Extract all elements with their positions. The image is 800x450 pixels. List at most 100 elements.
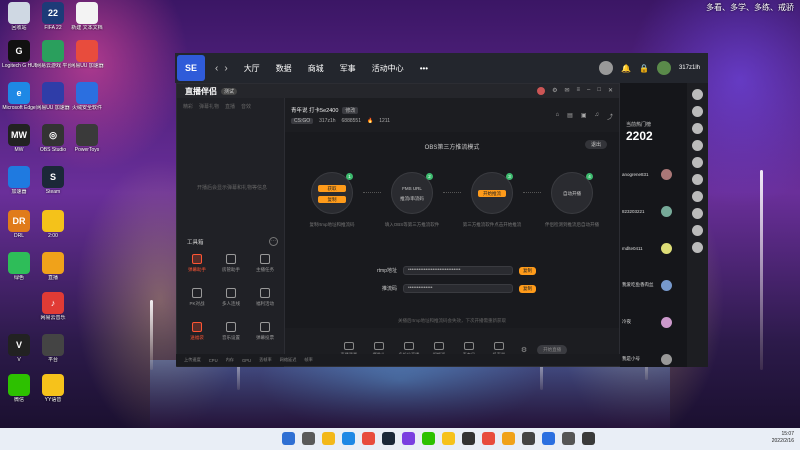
desktop-icon[interactable]: 回收站 <box>2 2 36 31</box>
desktop-icon[interactable]: DR DRL <box>2 210 36 239</box>
desktop-icon[interactable]: ◎ OBS Studio <box>36 124 70 153</box>
clock-time[interactable]: 15:07 <box>772 431 794 438</box>
taskbar-app-icon[interactable] <box>502 432 515 445</box>
nav-events[interactable]: 活动中心 <box>372 63 404 74</box>
tool-item[interactable]: 福利活动 <box>249 288 281 307</box>
rtmp-field[interactable]: •••••••••••••••••••••••••••••• <box>403 266 513 275</box>
friend-avatar[interactable] <box>692 123 703 134</box>
rank-badge-icon[interactable] <box>599 61 614 75</box>
taskbar-app-icon[interactable] <box>322 432 335 445</box>
desktop-icon[interactable]: 网易云游戏 平台 <box>36 40 70 69</box>
settings-icon[interactable]: ⚙ <box>552 87 557 95</box>
streamer-avatar[interactable] <box>537 87 546 95</box>
desktop-icon[interactable]: 22 FIFA 22 <box>36 2 70 31</box>
ranking-user[interactable]: 我是小号 <box>622 351 684 367</box>
taskbar-app-icon[interactable] <box>462 432 475 445</box>
more-icon[interactable]: ⋯ <box>269 237 278 246</box>
friend-avatar[interactable] <box>692 191 703 202</box>
desktop-icon[interactable]: YY语音 <box>36 374 70 403</box>
copy-key-button[interactable]: 复制 <box>519 284 536 293</box>
app-logo[interactable]: SE <box>177 55 205 81</box>
desktop-icon[interactable]: PowerToys <box>70 124 104 153</box>
username[interactable]: 317z1lh <box>679 65 700 71</box>
edit-room-button[interactable]: 修改 <box>342 106 359 114</box>
settings-icon[interactable]: ⚙ <box>521 346 527 354</box>
tool-item[interactable]: 房管助手 <box>215 254 247 273</box>
maximize-icon[interactable]: □ <box>597 87 601 95</box>
taskbar-app-icon[interactable] <box>342 432 355 445</box>
taskbar-app-icon[interactable] <box>442 432 455 445</box>
friend-avatar[interactable] <box>692 174 703 185</box>
friend-avatar[interactable] <box>692 242 703 253</box>
taskbar-app-icon[interactable] <box>422 432 435 445</box>
close-icon[interactable]: ✕ <box>608 87 613 95</box>
taskbar-app-icon[interactable] <box>482 432 495 445</box>
taskbar-app-icon[interactable] <box>302 432 315 445</box>
tool-item[interactable]: 送福袋 <box>181 322 213 341</box>
desktop-icon[interactable]: e Microsoft Edge <box>2 82 36 111</box>
ranking-user[interactable]: anogrene831 <box>622 166 684 182</box>
nav-lobby[interactable]: 大厅 <box>244 63 260 74</box>
gift-icon[interactable]: ⌂ <box>556 112 560 121</box>
forward-arrow-icon[interactable]: › <box>224 63 227 74</box>
step-line2[interactable]: 复制 <box>318 196 346 203</box>
desktop-icon[interactable]: 网易UU 加速器 <box>36 82 70 111</box>
taskbar-app-icon[interactable] <box>542 432 555 445</box>
taskbar-app-icon[interactable] <box>282 432 295 445</box>
taskbar-app-icon[interactable] <box>582 432 595 445</box>
taskbar-app-icon[interactable] <box>382 432 395 445</box>
friend-avatar[interactable] <box>692 208 703 219</box>
game-tag[interactable]: CS:GO <box>291 118 314 124</box>
ranking-user[interactable]: 我爱吃鱼香肉丝 <box>622 277 684 293</box>
minimize-icon[interactable]: – <box>587 87 590 95</box>
tool-item[interactable]: 多人连线 <box>215 288 247 307</box>
tool-item[interactable]: 主播任务 <box>249 254 281 273</box>
bell-icon[interactable]: 🔔 <box>621 64 631 73</box>
ranking-user[interactable]: 823203221 <box>622 203 684 219</box>
tab-sound[interactable]: 音效 <box>241 103 251 110</box>
taskbar-app-icon[interactable] <box>402 432 415 445</box>
nav-more[interactable]: ••• <box>420 64 428 73</box>
desktop-icon[interactable]: 网易UU 加速器 <box>70 40 104 69</box>
desktop-icon[interactable]: 绿色 <box>2 252 36 281</box>
bell-icon[interactable]: ♫ <box>594 112 599 121</box>
desktop-icon[interactable]: 平台 <box>36 334 70 363</box>
friend-avatar[interactable] <box>692 140 703 151</box>
lock-icon[interactable]: 🔒 <box>639 64 649 73</box>
message-icon[interactable]: ✉ <box>564 87 569 95</box>
tool-item[interactable]: 弹幕助手 <box>181 254 213 273</box>
ranking-user[interactable]: 冷夜 <box>622 314 684 330</box>
desktop-icon[interactable]: 直播 <box>36 252 70 281</box>
friend-avatar[interactable] <box>692 225 703 236</box>
desktop-icon[interactable]: 2:00 <box>36 210 70 239</box>
friend-avatar[interactable] <box>692 157 703 168</box>
stream-key-field[interactable]: •••••••••••••• <box>403 284 513 293</box>
taskbar-app-icon[interactable] <box>522 432 535 445</box>
friend-avatar[interactable] <box>692 89 703 100</box>
desktop-icon[interactable]: G Logitech G HUB <box>2 40 36 69</box>
desktop-icon[interactable]: ♪ 网易云音乐 <box>36 292 70 321</box>
tab-highlights[interactable]: 精彩 <box>183 103 193 110</box>
user-avatar[interactable] <box>656 61 671 75</box>
ranking-user[interactable]: mdlte0411 <box>622 240 684 256</box>
desktop-icon[interactable]: 微信 <box>2 374 36 403</box>
notice-icon[interactable]: ▣ <box>581 112 587 121</box>
tab-danmaku[interactable]: 弹幕礼物 <box>199 103 219 110</box>
share-icon[interactable]: ⤴ <box>607 112 613 121</box>
tab-live[interactable]: 直播 <box>225 103 235 110</box>
desktop-icon[interactable]: MW MW <box>2 124 36 153</box>
back-arrow-icon[interactable]: ‹ <box>215 63 218 74</box>
chart-icon[interactable]: ▤ <box>567 112 573 121</box>
copy-rtmp-button[interactable]: 复制 <box>519 266 536 275</box>
nav-data[interactable]: 数据 <box>276 63 292 74</box>
nav-armory[interactable]: 军事 <box>340 63 356 74</box>
tool-item[interactable]: PK对战 <box>181 288 213 307</box>
desktop-icon[interactable]: 新建 文本文档 <box>70 2 104 31</box>
tool-item[interactable]: 弹幕投票 <box>249 322 281 341</box>
exit-obs-button[interactable]: 退出 <box>584 140 607 149</box>
taskbar-app-icon[interactable] <box>362 432 375 445</box>
step-line1[interactable]: 获取 <box>318 185 346 192</box>
clock-date[interactable]: 2022/2/16 <box>772 438 794 445</box>
taskbar-app-icon[interactable] <box>562 432 575 445</box>
desktop-icon[interactable]: 加速器 <box>2 166 36 195</box>
